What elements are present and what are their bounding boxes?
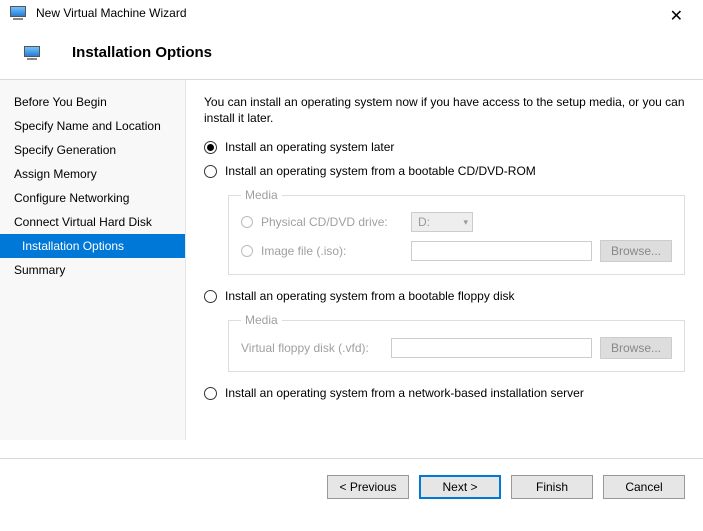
sidebar-item-label: Specify Name and Location <box>14 119 161 133</box>
radio-icon <box>204 290 217 303</box>
sidebar-item-assign-memory[interactable]: Assign Memory <box>0 162 185 186</box>
floppy-media-group: Media Virtual floppy disk (.vfd): Browse… <box>228 313 685 372</box>
sidebar-item-specify-name[interactable]: Specify Name and Location <box>0 114 185 138</box>
page-title: Installation Options <box>72 44 212 61</box>
vm-header-icon <box>24 46 42 60</box>
cd-drive-select: D: ▾ <box>411 212 473 232</box>
sidebar-item-specify-generation[interactable]: Specify Generation <box>0 138 185 162</box>
sidebar-item-label: Connect Virtual Hard Disk <box>14 215 152 229</box>
option-install-later[interactable]: Install an operating system later <box>204 140 685 154</box>
sidebar-item-label: Configure Networking <box>14 191 129 205</box>
next-button[interactable]: Next > <box>419 475 501 499</box>
cd-drive-value: D: <box>418 215 430 229</box>
cd-physical-row: Physical CD/DVD drive: D: ▾ <box>241 212 672 232</box>
option-label: Install an operating system later <box>225 140 394 154</box>
option-install-cd[interactable]: Install an operating system from a boota… <box>204 164 685 178</box>
radio-icon <box>204 165 217 178</box>
cancel-button[interactable]: Cancel <box>603 475 685 499</box>
floppy-input <box>391 338 592 358</box>
sidebar-item-label: Before You Begin <box>14 95 107 109</box>
sidebar-item-label: Summary <box>14 263 65 277</box>
intro-text: You can install an operating system now … <box>204 94 685 126</box>
close-button[interactable]: ✕ <box>662 4 691 28</box>
option-label: Install an operating system from a netwo… <box>225 386 584 400</box>
floppy-label: Virtual floppy disk (.vfd): <box>241 341 391 355</box>
cd-physical-label: Physical CD/DVD drive: <box>261 215 411 229</box>
radio-icon <box>204 387 217 400</box>
page-header: Installation Options <box>0 26 703 79</box>
wizard-footer: < Previous Next > Finish Cancel <box>0 458 703 515</box>
media-legend: Media <box>241 313 282 327</box>
radio-icon <box>241 216 253 228</box>
previous-button[interactable]: < Previous <box>327 475 409 499</box>
option-install-floppy[interactable]: Install an operating system from a boota… <box>204 289 685 303</box>
sidebar-item-connect-hard-disk[interactable]: Connect Virtual Hard Disk <box>0 210 185 234</box>
sidebar-item-configure-networking[interactable]: Configure Networking <box>0 186 185 210</box>
option-label: Install an operating system from a boota… <box>225 289 515 303</box>
sidebar-item-label: Specify Generation <box>14 143 116 157</box>
wizard-sidebar: Before You Begin Specify Name and Locati… <box>0 80 186 440</box>
titlebar: New Virtual Machine Wizard ✕ <box>0 0 703 26</box>
radio-icon <box>241 245 253 257</box>
chevron-down-icon: ▾ <box>463 217 468 228</box>
cd-browse-button: Browse... <box>600 240 672 262</box>
wizard-content: You can install an operating system now … <box>186 80 703 440</box>
window-title: New Virtual Machine Wizard <box>36 6 187 20</box>
finish-button[interactable]: Finish <box>511 475 593 499</box>
cd-image-label: Image file (.iso): <box>261 244 411 258</box>
vm-wizard-icon <box>10 6 28 20</box>
sidebar-item-before-you-begin[interactable]: Before You Begin <box>0 90 185 114</box>
cd-media-group: Media Physical CD/DVD drive: D: ▾ Image … <box>228 188 685 275</box>
option-label: Install an operating system from a boota… <box>225 164 536 178</box>
option-install-network[interactable]: Install an operating system from a netwo… <box>204 386 685 400</box>
cd-image-row: Image file (.iso): Browse... <box>241 240 672 262</box>
sidebar-item-installation-options[interactable]: Installation Options <box>0 234 185 258</box>
radio-icon <box>204 141 217 154</box>
sidebar-item-summary[interactable]: Summary <box>0 258 185 282</box>
floppy-row: Virtual floppy disk (.vfd): Browse... <box>241 337 672 359</box>
sidebar-item-label: Assign Memory <box>14 167 97 181</box>
media-legend: Media <box>241 188 282 202</box>
floppy-browse-button: Browse... <box>600 337 672 359</box>
wizard-body: Before You Begin Specify Name and Locati… <box>0 80 703 440</box>
cd-image-input <box>411 241 592 261</box>
sidebar-item-label: Installation Options <box>22 239 124 253</box>
